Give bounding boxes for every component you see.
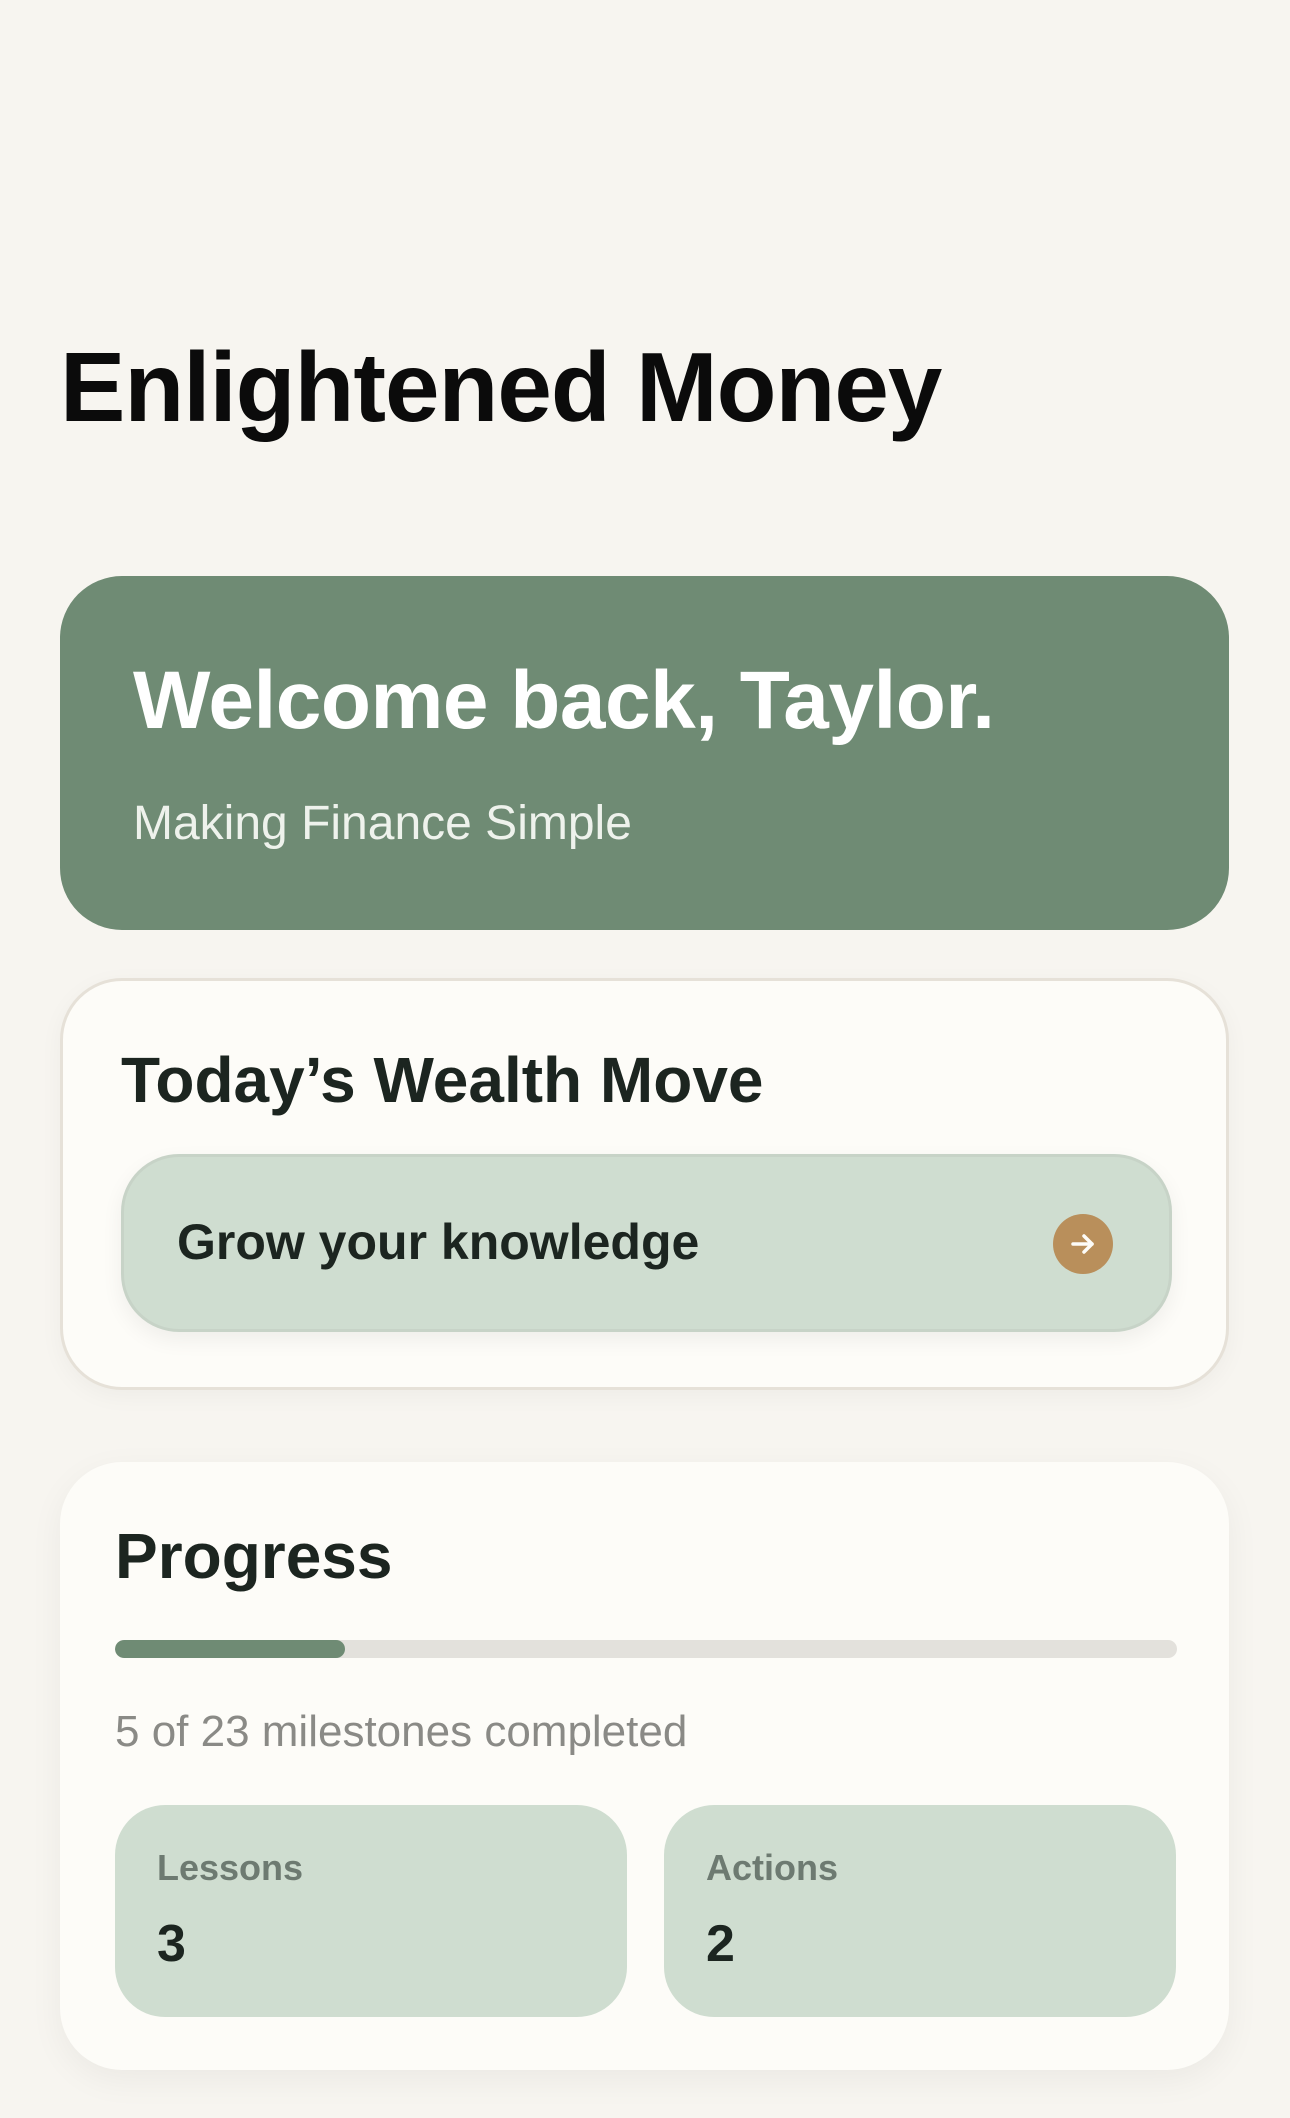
welcome-tagline: Making Finance Simple: [133, 797, 632, 850]
wealth-move-title: Today’s Wealth Move: [121, 1044, 764, 1116]
progress-bar: [115, 1640, 1177, 1658]
stat-label: Actions: [706, 1847, 839, 1888]
welcome-card: Welcome back, Taylor. Making Finance Sim…: [60, 576, 1229, 930]
stat-tile-actions: Actions 2: [664, 1805, 1176, 2017]
wealth-move-card: Today’s Wealth Move Grow your knowledge: [60, 978, 1229, 1390]
progress-title: Progress: [115, 1520, 393, 1592]
grow-knowledge-button[interactable]: Grow your knowledge: [121, 1154, 1172, 1332]
progress-card: Progress 5 of 23 milestones completed Le…: [60, 1462, 1229, 2070]
stat-value: 3: [157, 1915, 186, 1973]
stat-tile-lessons: Lessons 3: [115, 1805, 627, 2017]
stat-label: Lessons: [157, 1847, 304, 1888]
progress-summary: 5 of 23 milestones completed: [115, 1707, 688, 1756]
wealth-move-action-label: Grow your knowledge: [177, 1214, 700, 1270]
app-title: Enlightened Money: [60, 332, 942, 442]
arrow-right-icon: [1053, 1214, 1113, 1274]
progress-bar-fill: [115, 1640, 346, 1658]
welcome-greeting: Welcome back, Taylor.: [133, 655, 995, 746]
stat-value: 2: [706, 1915, 735, 1973]
